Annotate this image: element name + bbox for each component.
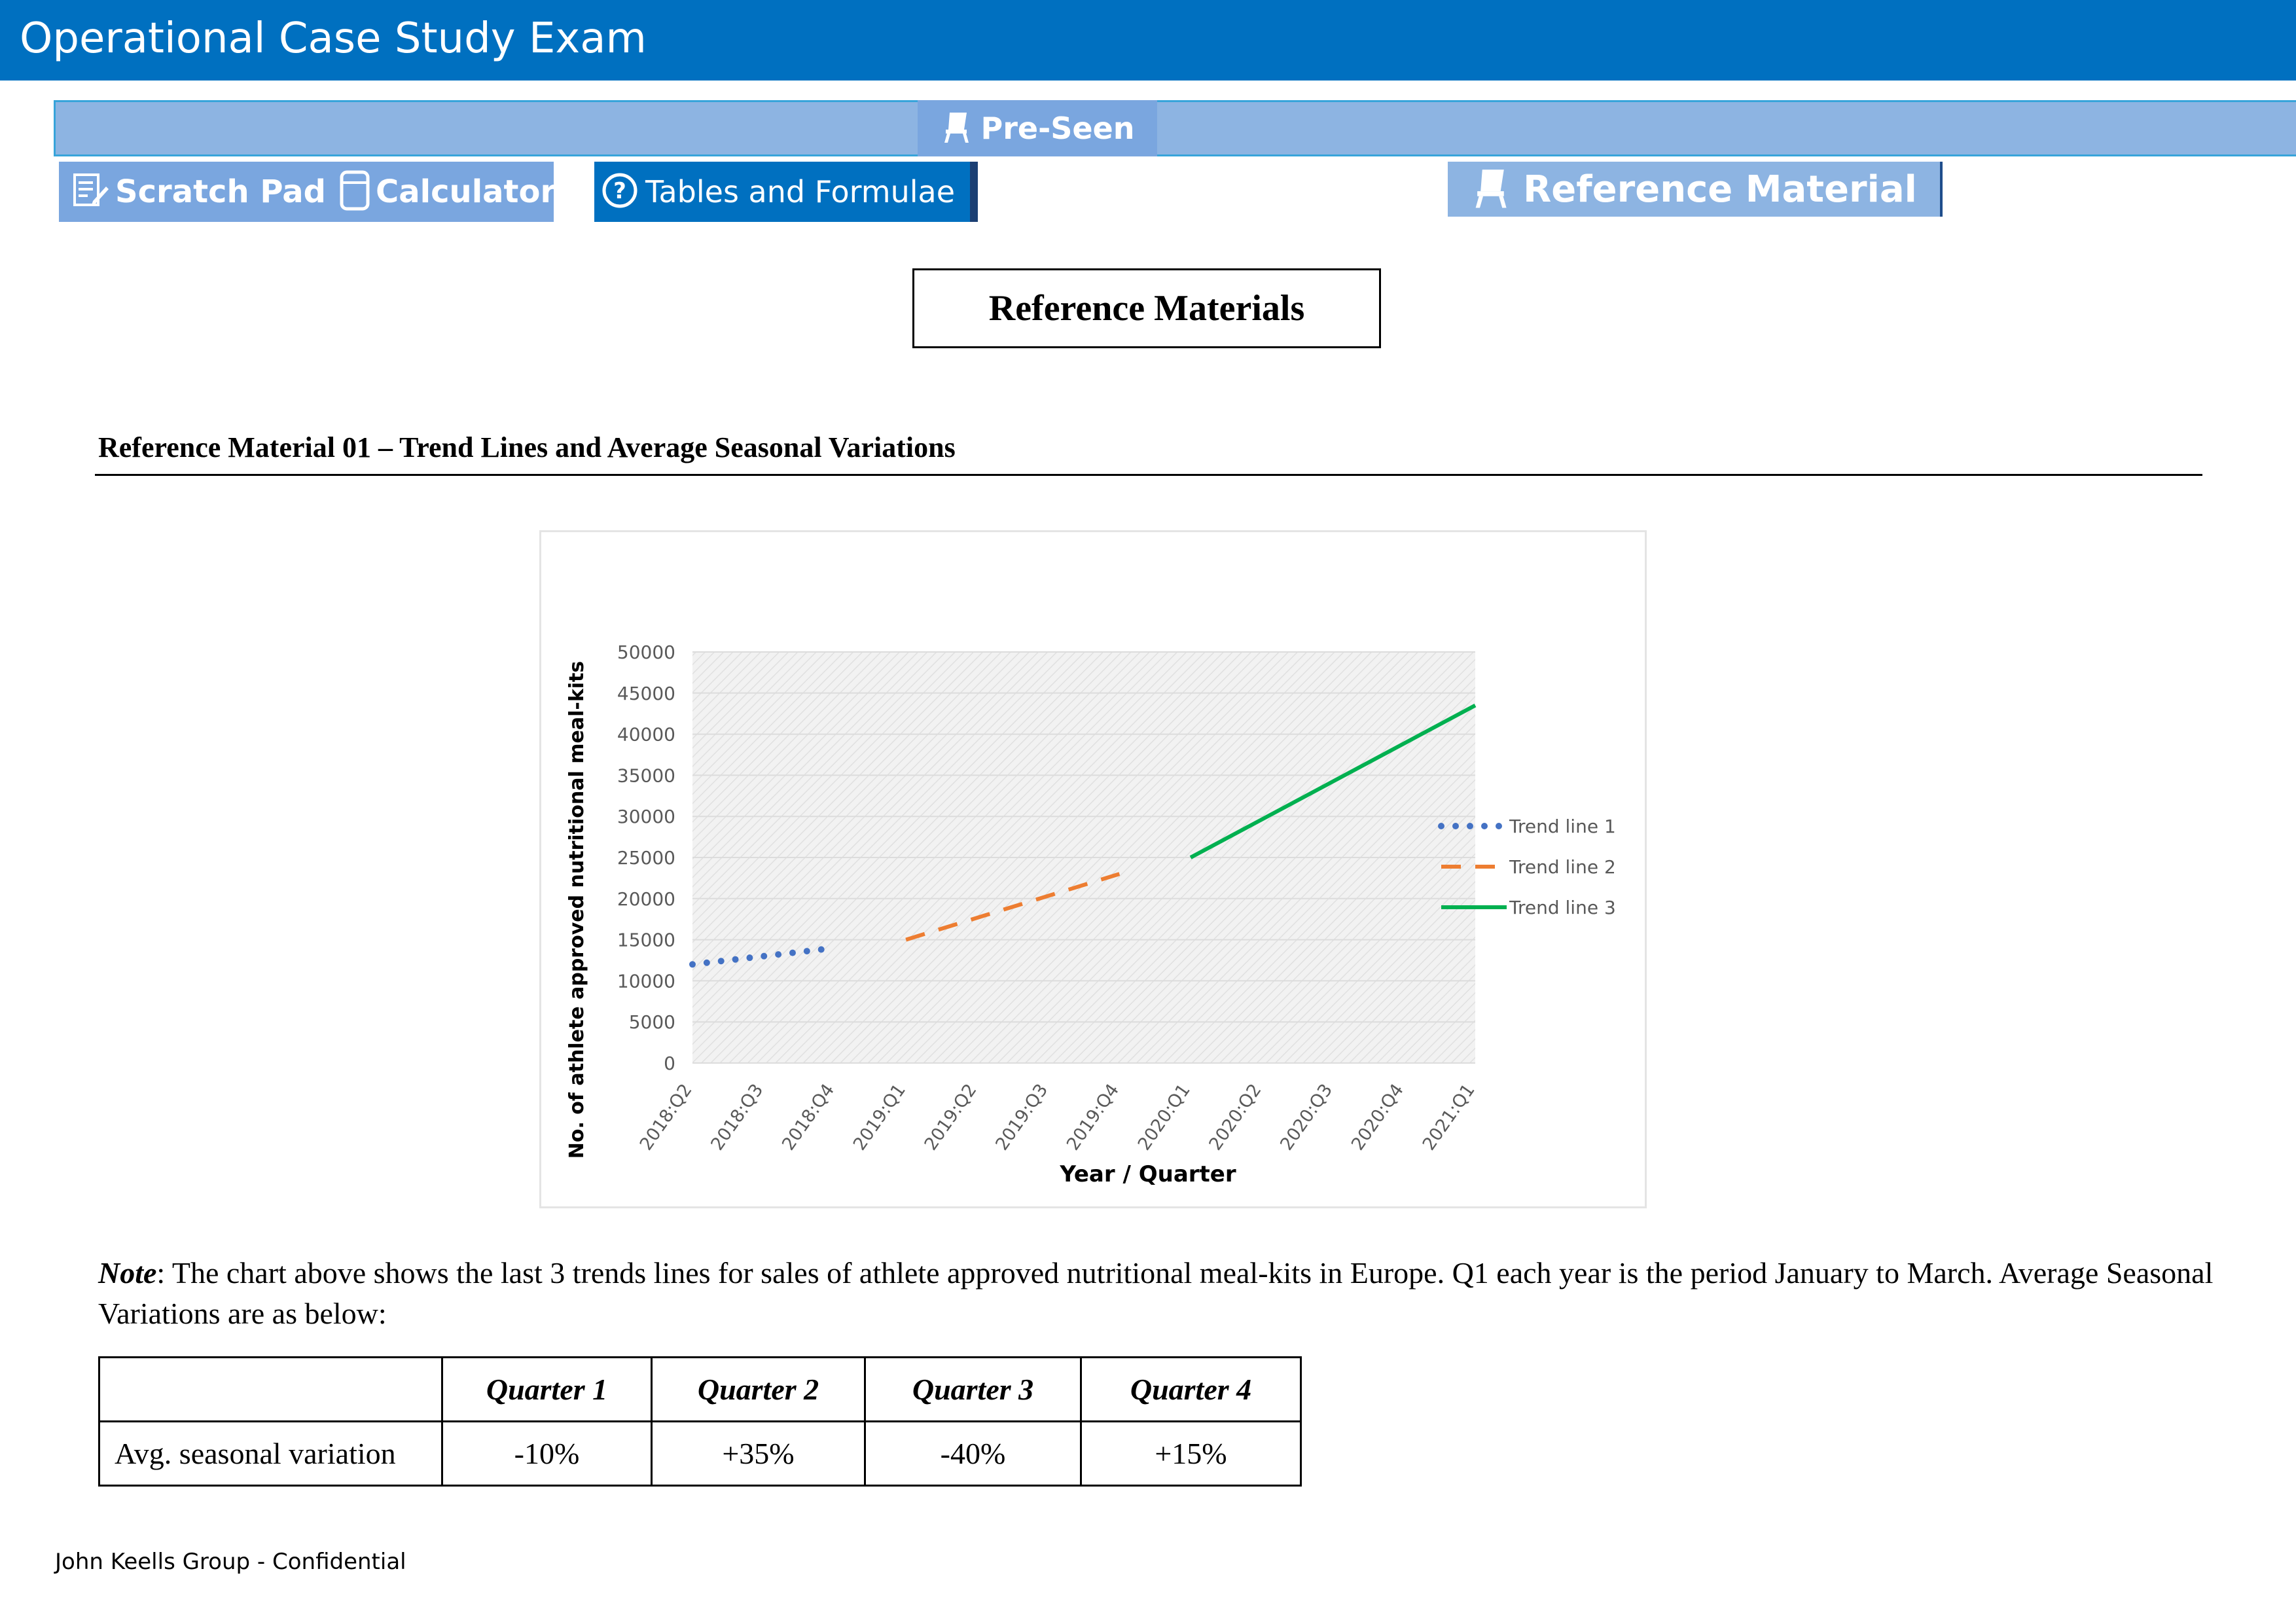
page-heading: Reference Materials: [988, 288, 1305, 329]
x-tick-label: 2019:Q1: [850, 1080, 910, 1154]
x-tick-label: 2020:Q2: [1205, 1080, 1265, 1154]
x-tick-label: 2019:Q4: [1063, 1080, 1123, 1154]
y-tick-label: 35000: [617, 765, 675, 786]
calculator-button[interactable]: Calculator: [332, 162, 562, 222]
calculator-icon: [339, 170, 370, 215]
y-tick-label: 40000: [617, 724, 675, 746]
table-header-cell: [98, 1356, 443, 1422]
y-tick-label: 50000: [617, 641, 675, 663]
table-cell: +15%: [1080, 1420, 1302, 1487]
scratch-pad-label: Scratch Pad: [115, 173, 327, 210]
section-title: Reference Material 01 – Trend Lines and …: [98, 431, 956, 463]
tables-formulae-label: Tables and Formulae: [645, 174, 956, 209]
scratch-pad-calculator-group: Scratch Pad Calculator: [59, 162, 556, 222]
note-label: Note: [98, 1256, 157, 1290]
table-cell: Avg. seasonal variation: [98, 1420, 443, 1487]
table-header-cell: Quarter 2: [651, 1356, 866, 1422]
chart-note: Note: The chart above shows the last 3 t…: [98, 1253, 2225, 1334]
title-bar: Operational Case Study Exam: [0, 0, 2296, 81]
preseen-bar: [54, 100, 2296, 156]
calculator-label: Calculator: [376, 173, 556, 210]
y-tick-label: 45000: [617, 683, 675, 704]
x-axis-label: Year / Quarter: [1059, 1161, 1236, 1187]
trend-line-chart: 0 5000 10000 15000 20000 25000 30000 35000 40000…: [565, 641, 1616, 1187]
table-cell: -40%: [864, 1420, 1082, 1487]
table-header-cell: Quarter 4: [1080, 1356, 1302, 1422]
tables-formulae-button[interactable]: ? Tables and Formulae: [594, 162, 978, 222]
reference-material-label: Reference Material: [1523, 168, 1917, 211]
svg-text:?: ?: [613, 178, 626, 204]
table-row: Avg. seasonal variation -10% +35% -40% +…: [98, 1420, 1302, 1487]
table-header-cell: Quarter 3: [864, 1356, 1082, 1422]
table-header-cell: Quarter 1: [441, 1356, 653, 1422]
x-tick-label: 2018:Q2: [636, 1080, 696, 1154]
y-tick-label: 25000: [617, 847, 675, 869]
chair-icon: [1471, 166, 1514, 213]
y-tick-label: 10000: [617, 970, 675, 992]
scratch-pad-button[interactable]: Scratch Pad: [64, 162, 332, 222]
y-tick-label: 20000: [617, 888, 675, 910]
table-cell: +35%: [651, 1420, 866, 1487]
x-tick-label: 2018:Q4: [778, 1080, 838, 1154]
y-axis-label: No. of athlete approved nutritional meal…: [565, 661, 588, 1159]
x-tick-label: 2019:Q3: [992, 1080, 1052, 1154]
section-divider: [95, 474, 2202, 476]
x-tick-label: 2019:Q2: [921, 1080, 981, 1154]
footer-confidential: John Keells Group - Confidential: [55, 1549, 406, 1575]
legend-label: Trend line 1: [1509, 816, 1616, 837]
y-tick-label: 0: [664, 1053, 675, 1074]
x-tick-label: 2020:Q1: [1134, 1080, 1194, 1154]
x-tick-label: 2020:Q3: [1276, 1080, 1336, 1154]
scratch-pad-icon: [71, 171, 110, 213]
x-tick-label: 2021:Q1: [1419, 1080, 1479, 1154]
preseen-label: Pre-Seen: [980, 111, 1135, 146]
help-circle-icon: ?: [601, 171, 639, 213]
reference-material-button[interactable]: Reference Material: [1448, 162, 1943, 217]
y-tick-label: 15000: [617, 929, 675, 951]
x-tick-label: 2018:Q3: [707, 1080, 767, 1154]
note-text: : The chart above shows the last 3 trend…: [98, 1256, 2214, 1330]
x-tick-label: 2020:Q4: [1348, 1080, 1408, 1154]
chair-icon: [941, 110, 975, 147]
seasonal-variation-table: Quarter 1 Quarter 2 Quarter 3 Quarter 4 …: [98, 1356, 1302, 1487]
table-cell: -10%: [441, 1420, 653, 1487]
legend-label: Trend line 3: [1509, 897, 1616, 918]
page-heading-box: Reference Materials: [912, 268, 1381, 348]
legend-label: Trend line 2: [1509, 856, 1616, 878]
table-header-row: Quarter 1 Quarter 2 Quarter 3 Quarter 4: [98, 1356, 1302, 1422]
app-title: Operational Case Study Exam: [20, 14, 647, 63]
y-tick-label: 5000: [629, 1011, 675, 1033]
y-tick-label: 30000: [617, 806, 675, 827]
preseen-button[interactable]: Pre-Seen: [918, 100, 1157, 156]
